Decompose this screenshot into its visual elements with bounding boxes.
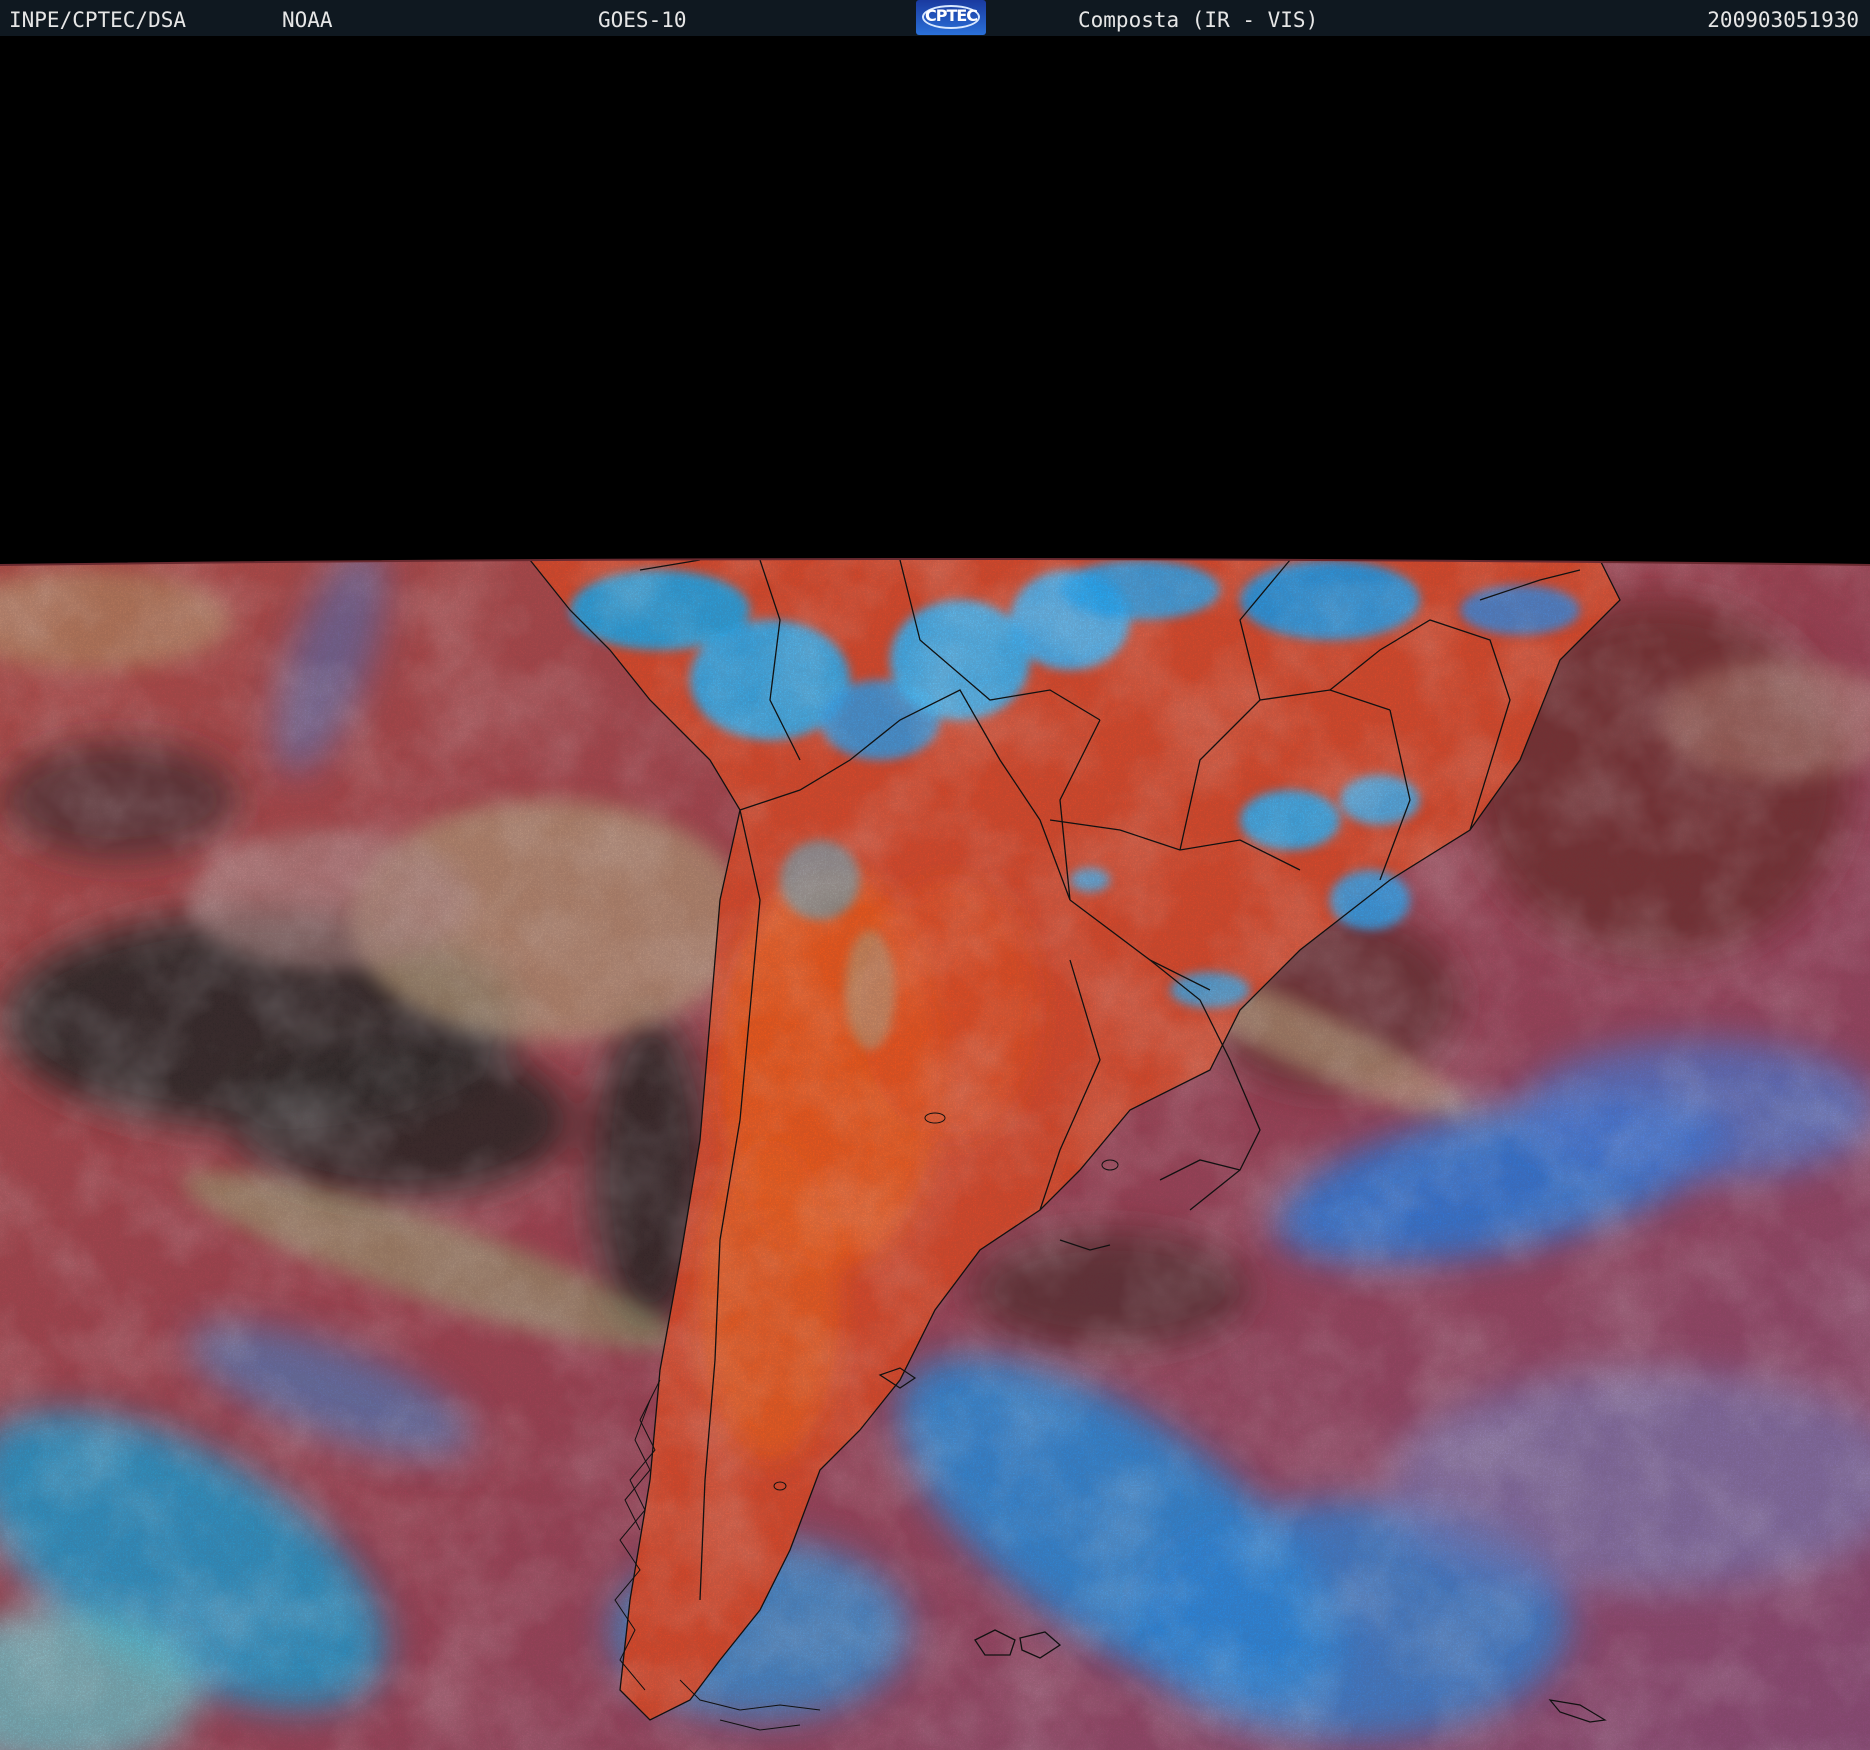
satellite-composite-map: [0, 558, 1870, 1750]
satellite-image-viewer: INPE/CPTEC/DSA NOAA GOES-10 CPTEC Compos…: [0, 0, 1870, 1750]
earth-disk: [0, 559, 1870, 1750]
speckle-texture: [0, 559, 1870, 1750]
